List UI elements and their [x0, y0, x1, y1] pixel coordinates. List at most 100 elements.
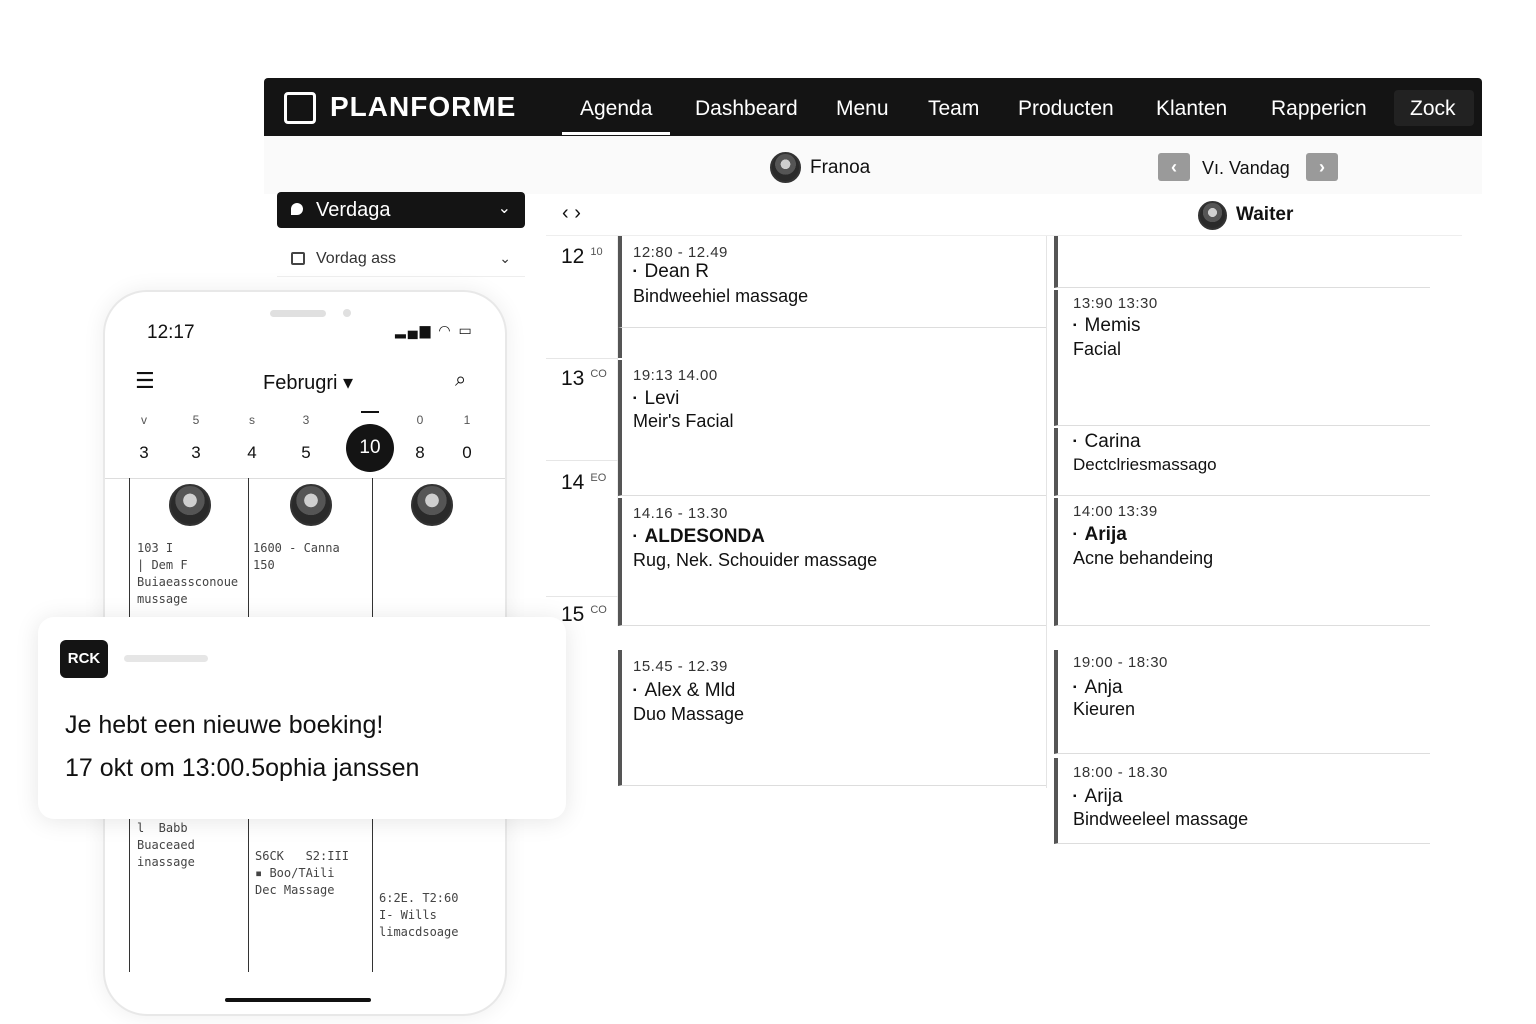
- weekday-label: 0: [416, 413, 424, 427]
- weekday-label: v: [141, 413, 147, 427]
- home-indicator: [225, 998, 371, 1002]
- staff-avatar-franoa: [770, 152, 801, 183]
- view-icon: [291, 203, 303, 215]
- appointment-card[interactable]: 15.45 - 12.39 Alex & Mld Duo Massage: [618, 650, 1046, 786]
- nav-team[interactable]: Team: [928, 97, 979, 121]
- appointment-time: 12:80 - 12.49: [633, 244, 728, 261]
- notification-title: Je hebt een nieuwe boeking!: [65, 711, 384, 739]
- appointment-time: 15.45 - 12.39: [633, 658, 728, 675]
- prev-day-button[interactable]: ‹: [1158, 153, 1190, 181]
- appointment-time: 19:13 14.00: [633, 367, 718, 384]
- day-cell[interactable]: 0: [452, 443, 482, 463]
- appointment-service: Facial: [1073, 339, 1122, 359]
- hour-divider: [546, 358, 618, 359]
- nav-agenda[interactable]: Agenda: [580, 97, 652, 121]
- time-column: 12 10 13 CO 14 EO 15 CO: [546, 236, 618, 626]
- today-indicator: [361, 411, 379, 413]
- stage: PLANFORME Agenda Dashbeard Menu Team Pro…: [0, 0, 1536, 1024]
- booking-notification[interactable]: RCK Je hebt een nieuwe boeking! 17 okt o…: [38, 617, 566, 819]
- appointment-service: Bindweeleel massage: [1073, 809, 1249, 829]
- phone-appointment[interactable]: S6CK S2:III ▪ Boo/TAili Dec Massage: [255, 848, 349, 899]
- phone-appointment[interactable]: 6:2E. T2:60 I- Wills limacdsoage: [379, 890, 458, 941]
- day-cell[interactable]: 8: [405, 443, 435, 463]
- phone-appointment[interactable]: 1600 - Canna 150: [253, 540, 340, 574]
- next-day-button[interactable]: ›: [1306, 153, 1338, 181]
- sub-toolbar: [264, 136, 1482, 194]
- day-cell[interactable]: 3: [181, 443, 211, 463]
- weekday-label: 3: [302, 413, 310, 427]
- hour-label: 14 EO: [561, 471, 607, 494]
- month-selector[interactable]: Februgri ▾: [263, 370, 353, 395]
- phone-clock: 12:17: [147, 322, 195, 343]
- empty-slot[interactable]: [1054, 236, 1430, 288]
- day-cell[interactable]: 3: [129, 443, 159, 463]
- nav-menu[interactable]: Menu: [836, 97, 889, 121]
- phone-appointment[interactable]: l Babb Buaceaed inassage: [137, 820, 195, 871]
- appointment-client: Arija: [1073, 524, 1127, 546]
- appointment-service: Meir's Facial: [633, 411, 734, 431]
- appointment-card[interactable]: 19:00 - 18:30 Anja Kieuren: [1054, 650, 1430, 754]
- nav-rapporten[interactable]: Rappericn: [1271, 97, 1367, 121]
- staff-name-waiter: Waiter: [1236, 204, 1294, 225]
- appointment-time: 19:00 - 18:30: [1073, 654, 1168, 671]
- appointment-service: Bindweehiel massage: [633, 286, 809, 306]
- phone-appointment[interactable]: 103 I | Dem F Buiaeassconoue mussage: [137, 540, 238, 608]
- column-divider: [1046, 236, 1047, 788]
- nav-zoek[interactable]: Zock: [1410, 97, 1456, 121]
- nav-dashboard[interactable]: Dashbeard: [695, 97, 798, 121]
- grid-nav-arrows[interactable]: ‹ ›: [562, 202, 581, 225]
- chevron-down-icon: ⌄: [499, 250, 511, 266]
- weekday-label: 1: [463, 413, 471, 427]
- hour-divider: [546, 596, 618, 597]
- appointment-card[interactable]: 14:00 13:39 Arija Acne behandeing: [1054, 498, 1430, 626]
- nav-active-indicator: [562, 132, 670, 135]
- search-icon[interactable]: ⌕: [455, 369, 466, 392]
- appointment-time: 14.16 - 13.30: [633, 505, 728, 522]
- appointment-client: Alex & Mld: [633, 680, 736, 702]
- appointment-time: 18:00 - 18.30: [1073, 764, 1168, 781]
- appointment-client: Dean R: [633, 261, 709, 283]
- appointment-card[interactable]: 19:13 14.00 Levi Meir's Facial: [618, 360, 1046, 496]
- appointment-card[interactable]: 18:00 - 18.30 Arija Bindweeleel massage: [1054, 758, 1430, 844]
- grid-header: ‹ ›: [546, 194, 1462, 236]
- nav-klanten[interactable]: Klanten: [1156, 97, 1227, 121]
- appointment-service: Kieuren: [1073, 699, 1136, 719]
- staff-name-franoa: Franoa: [810, 157, 871, 178]
- staff-avatar-waiter: [1198, 201, 1227, 230]
- phone-grid-header-line: [105, 478, 505, 479]
- brand-name: PLANFORME: [330, 91, 517, 122]
- notification-subtitle: 17 okt om 13:00.5ophia janssen: [65, 754, 420, 782]
- hour-label: 13 CO: [561, 367, 607, 390]
- nav-producten[interactable]: Producten: [1018, 97, 1114, 121]
- view-select-label: Verdaga: [316, 199, 391, 221]
- phone-speaker: [270, 310, 326, 317]
- appointment-service: Duo Massage: [633, 704, 745, 724]
- appointment-time: 14:00 13:39: [1073, 503, 1158, 520]
- appointment-client: Anja: [1073, 677, 1123, 699]
- empty-slot[interactable]: [618, 328, 1046, 358]
- day-cell-selected[interactable]: 10: [346, 424, 394, 472]
- appointment-card[interactable]: 14.16 - 13.30 ALDESONDA Rug, Nek. Schoui…: [618, 498, 1046, 626]
- weekday-label: s: [249, 413, 255, 427]
- appointment-client: Levi: [633, 388, 680, 410]
- day-cell[interactable]: 5: [291, 443, 321, 463]
- hour-label: 12 10: [561, 245, 603, 268]
- secondary-select[interactable]: Vordag ass ⌄: [277, 241, 525, 277]
- phone-camera: [343, 309, 351, 317]
- hour-divider: [546, 460, 618, 461]
- appointment-client: Memis: [1073, 315, 1141, 337]
- notification-placeholder-bar: [124, 655, 208, 662]
- appointment-card[interactable]: Carina Dectclriesmassago: [1054, 428, 1430, 496]
- appointment-service: Dectclriesmassago: [1073, 455, 1217, 474]
- app-badge: RCK: [60, 640, 108, 678]
- staff-avatar: [411, 484, 453, 526]
- appointment-client: ALDESONDA: [633, 526, 765, 548]
- appointment-card[interactable]: 13:90 13:30 Memis Facial: [1054, 290, 1430, 426]
- appointment-client: Carina: [1073, 431, 1141, 453]
- status-icons: ▂▄▆ ◠ ▭: [395, 322, 474, 338]
- hamburger-menu-icon[interactable]: ☰: [135, 368, 155, 394]
- view-select[interactable]: Verdaga ⌄: [277, 192, 525, 228]
- appointment-card[interactable]: 12:80 - 12.49 Dean R Bindweehiel massage: [618, 236, 1046, 328]
- top-navbar: PLANFORME Agenda Dashbeard Menu Team Pro…: [264, 78, 1482, 136]
- day-cell[interactable]: 4: [237, 443, 267, 463]
